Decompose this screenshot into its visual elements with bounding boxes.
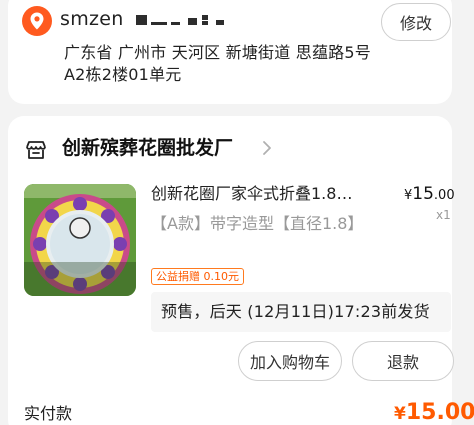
add-to-cart-button[interactable]: 加入购物车 [238, 341, 342, 381]
edit-address-button[interactable]: 修改 [381, 3, 451, 41]
shipping-address: 广东省 广州市 天河区 新塘街道 思蕴路5号A2栋2楼01单元 [64, 43, 371, 84]
order-card: 创新殡葬花圈批发厂 创新花圈厂家伞式折叠1.8… ¥15.00 x1 【A款】带… [8, 116, 474, 425]
shop-name[interactable]: 创新殡葬花圈批发厂 [62, 134, 233, 162]
price-integer: 15 [412, 184, 434, 204]
shop-icon [24, 138, 48, 162]
product-image[interactable] [24, 184, 136, 296]
paid-value: 15.00 [405, 400, 474, 425]
paid-currency: ¥ [394, 404, 406, 424]
product-spec: 【A款】带字造型【直径1.8】 [151, 214, 364, 233]
charity-badge: 公益捐赠 0.10元 [151, 268, 244, 285]
refund-button[interactable]: 退款 [352, 341, 454, 381]
location-pin-icon [22, 6, 52, 36]
price-decimal: .00 [433, 188, 455, 203]
chevron-right-icon[interactable] [260, 138, 274, 158]
product-quantity: x1 [436, 208, 451, 222]
paid-label: 实付款 [24, 404, 73, 423]
product-title[interactable]: 创新花圈厂家伞式折叠1.8… [151, 182, 383, 206]
address-card: smzen 修改 广东省 广州市 天河区 新塘街道 思蕴路5号A2栋2楼01单元 [8, 0, 452, 104]
recipient-name: smzen [60, 8, 124, 30]
presale-notice: 预售，后天 (12月11日)17:23前发货 [151, 292, 451, 332]
product-price: ¥15.00 [404, 182, 455, 208]
masked-phone [136, 15, 232, 25]
paid-amount: ¥15.00 [394, 398, 474, 425]
